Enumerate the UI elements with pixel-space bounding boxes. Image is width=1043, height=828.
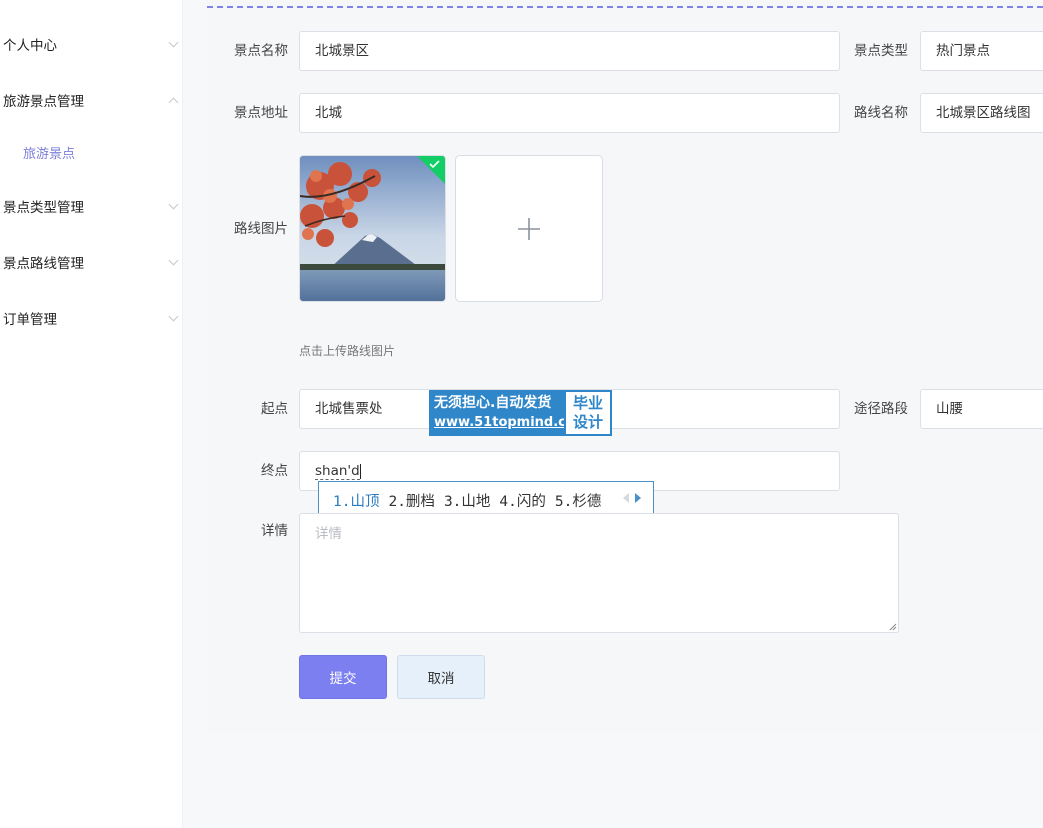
sidebar-item-label: 旅游景点管理 <box>3 94 84 110</box>
sidebar-item-orders[interactable]: 订单管理 <box>0 298 183 338</box>
watermark-right-line1: 毕业 <box>572 394 603 412</box>
ime-page-arrows <box>623 493 641 503</box>
upload-button[interactable] <box>455 155 603 302</box>
detail-textarea[interactable]: 详情 <box>299 513 899 633</box>
sidebar-item-label: 景点类型管理 <box>3 200 84 216</box>
dashed-divider <box>207 6 1043 8</box>
watermark-left: 无须担心.自动发货 www.51topmind.com <box>429 390 589 436</box>
name-label: 景点名称 <box>234 43 288 59</box>
end-input-value: shan'd <box>315 463 360 480</box>
sidebar-item-label: 个人中心 <box>3 38 57 54</box>
sidebar-item-label: 景点路线管理 <box>3 256 84 272</box>
address-label: 景点地址 <box>234 105 288 121</box>
watermark-overlay: 无须担心.自动发货 www.51topmind.com 毕业 设计 <box>429 390 612 436</box>
submit-button[interactable]: 提交 <box>299 655 387 699</box>
route-name-input[interactable]: 北城景区路线图 <box>920 93 1043 133</box>
route-image-label: 路线图片 <box>234 221 288 237</box>
cancel-button[interactable]: 取消 <box>397 655 485 699</box>
plus-icon <box>518 217 540 240</box>
detail-label: 详情 <box>261 523 288 539</box>
detail-placeholder: 详情 <box>315 526 342 542</box>
resize-handle-icon[interactable] <box>889 623 897 631</box>
address-input[interactable]: 北城 <box>299 93 840 133</box>
route-name-label: 路线名称 <box>854 105 908 121</box>
name-input[interactable]: 北城景区 <box>299 31 840 71</box>
start-label: 起点 <box>261 401 288 417</box>
ime-candidate[interactable]: 3.山地 <box>444 490 490 511</box>
via-label: 途径路段 <box>854 401 908 417</box>
chevron-down-icon <box>168 255 179 266</box>
arrow-right-icon[interactable] <box>635 493 641 503</box>
chevron-down-icon <box>168 311 179 322</box>
ime-candidate[interactable]: 4.闪的 <box>499 490 545 511</box>
type-select[interactable]: 热门景点 <box>920 31 1043 71</box>
watermark-line1: 无须担心.自动发货 <box>434 395 552 411</box>
chevron-down-icon <box>168 199 179 210</box>
type-label: 景点类型 <box>854 43 908 59</box>
sidebar-subitem-label: 旅游景点 <box>23 146 76 162</box>
arrow-left-icon[interactable] <box>623 493 629 503</box>
sidebar-item-label: 订单管理 <box>3 312 57 328</box>
sidebar-item-routes[interactable]: 景点路线管理 <box>0 242 183 282</box>
sidebar-subitem-attractions[interactable]: 旅游景点 <box>0 132 183 172</box>
sidebar-item-personal-center[interactable]: 个人中心 <box>0 24 183 64</box>
chevron-up-icon <box>168 97 179 108</box>
via-input[interactable]: 山腰 <box>920 389 1043 429</box>
text-caret <box>359 463 361 479</box>
upload-hint: 点击上传路线图片 <box>299 344 396 358</box>
watermark-right: 毕业 设计 <box>564 390 612 436</box>
chevron-down-icon <box>168 37 179 48</box>
ime-candidate[interactable]: 5.杉德 <box>555 490 601 511</box>
watermark-line2: www.51topmind.com <box>434 415 589 430</box>
check-icon <box>417 156 445 184</box>
sidebar-item-attractions[interactable]: 旅游景点管理 <box>0 80 183 120</box>
sidebar: 个人中心 旅游景点管理 旅游景点 景点类型管理 景点路线管理 订单管理 <box>0 0 183 828</box>
watermark-right-line2: 设计 <box>572 413 603 431</box>
main-content: 景点名称 北城景区 景点类型 热门景点 景点地址 北城 路线名称 北城景区路线图… <box>184 0 1043 828</box>
ime-candidate[interactable]: 2.删档 <box>388 490 434 511</box>
ime-candidate[interactable]: 1.山顶 <box>333 490 379 511</box>
end-label: 终点 <box>261 463 288 479</box>
sidebar-item-attraction-types[interactable]: 景点类型管理 <box>0 186 183 226</box>
route-image-thumbnail[interactable] <box>299 155 446 302</box>
